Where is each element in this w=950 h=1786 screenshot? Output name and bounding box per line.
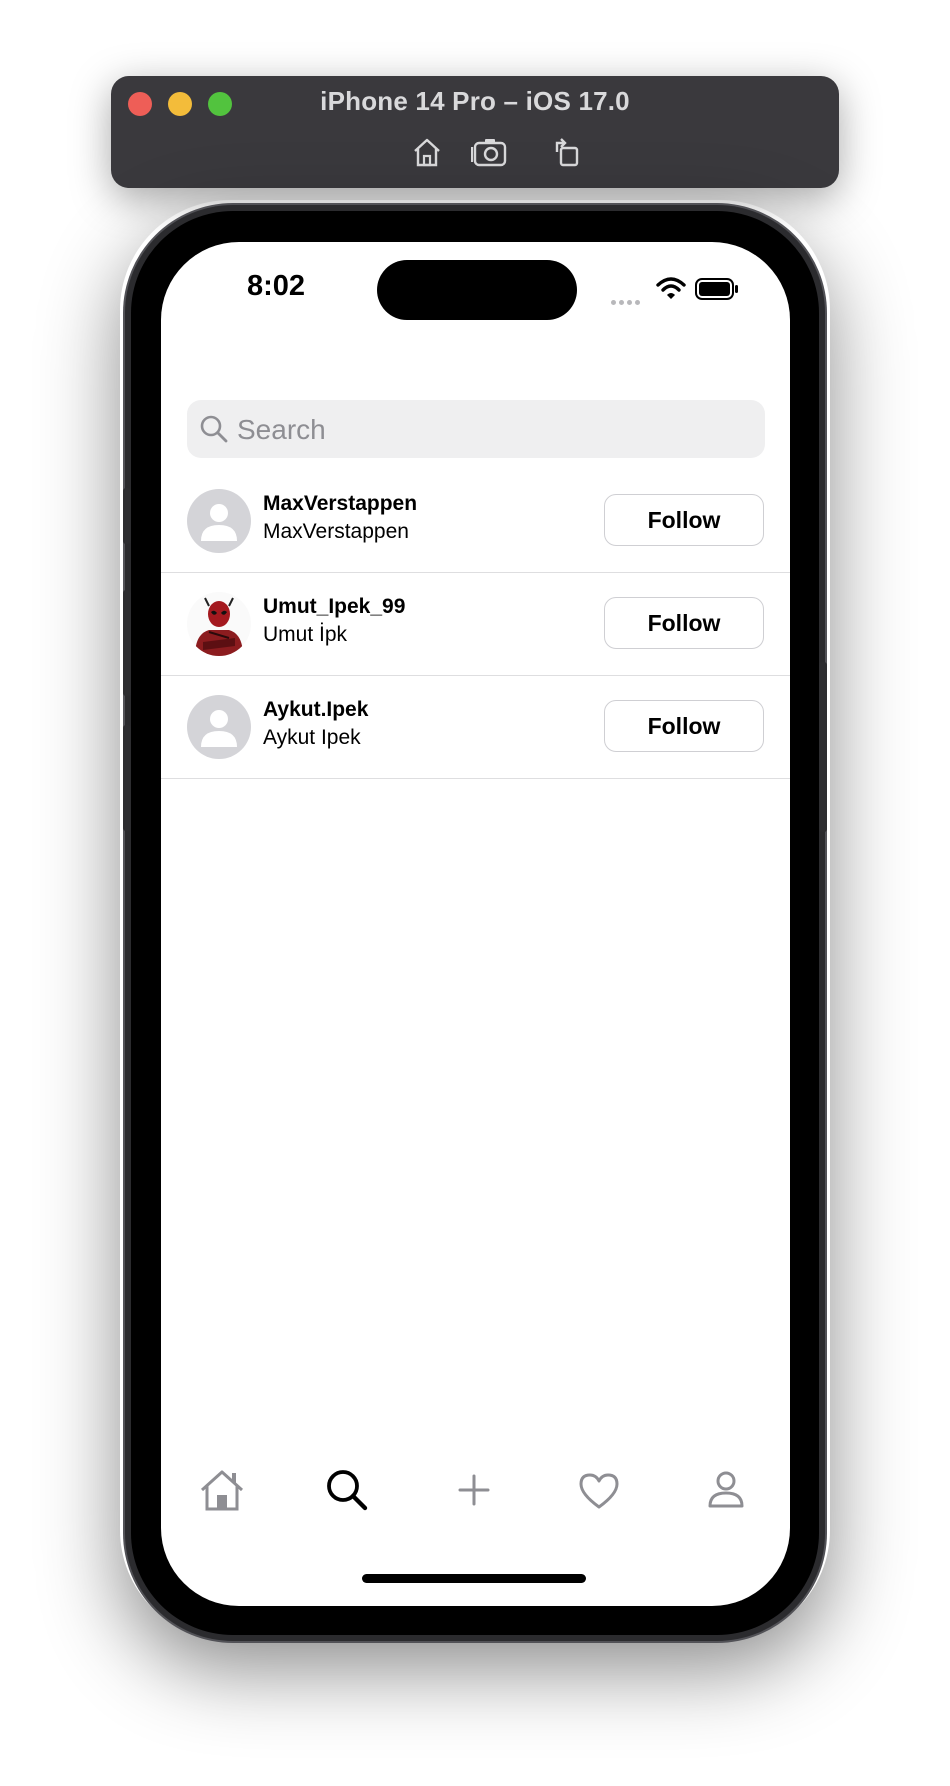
screenshot-icon[interactable] [470,134,511,170]
power-button [819,662,827,832]
username: Umut_Ipek_99 [263,595,406,618]
tab-search[interactable] [317,1460,377,1520]
simulator-title: iPhone 14 Pro – iOS 17.0 [320,86,630,116]
profile-icon [708,1471,744,1508]
phone-screen: 8:02 MaxVerstappen MaxVerstappen Follow [161,242,790,1606]
tab-home[interactable] [192,1460,252,1520]
battery-icon [695,278,738,300]
dynamic-island [377,260,577,320]
user-list: MaxVerstappen MaxVerstappen Follow Umut_… [161,470,790,779]
plus-icon [458,1474,490,1506]
status-time: 8:02 [247,270,306,302]
home-indicator[interactable] [362,1574,586,1583]
user-row[interactable]: Umut_Ipek_99 Umut İpk Follow [161,573,790,676]
full-name: MaxVerstappen [263,520,409,543]
follow-button[interactable]: Follow [604,494,764,546]
user-row[interactable]: Aykut.Ipek Aykut Ipek Follow [161,676,790,779]
simulator-titlebar: iPhone 14 Pro – iOS 17.0 [111,76,839,188]
full-name: Umut İpk [263,623,348,646]
default-avatar-icon [187,489,251,553]
tab-profile[interactable] [696,1460,756,1520]
follow-button[interactable]: Follow [604,597,764,649]
search-input[interactable] [235,400,759,460]
cellular-signal-icon [611,292,643,310]
home-icon[interactable] [409,134,445,170]
user-row[interactable]: MaxVerstappen MaxVerstappen Follow [161,470,790,573]
wifi-icon [656,277,686,299]
home-icon [200,1470,244,1511]
search-icon [327,1470,368,1511]
search-icon [200,415,228,443]
search-bar[interactable] [187,400,765,460]
rotate-icon[interactable] [549,134,585,170]
full-name: Aykut Ipek [263,726,361,749]
username: MaxVerstappen [263,492,418,515]
tab-bar [161,1460,790,1520]
action-button [123,488,131,544]
follow-button[interactable]: Follow [604,700,764,752]
tab-activity[interactable] [569,1460,629,1520]
volume-up-button [123,590,131,696]
volume-down-button [123,725,131,831]
tab-create[interactable] [444,1460,504,1520]
deadpool-avatar-photo [187,592,251,656]
heart-icon [579,1473,619,1509]
username: Aykut.Ipek [263,698,369,721]
default-avatar-icon [187,695,251,759]
